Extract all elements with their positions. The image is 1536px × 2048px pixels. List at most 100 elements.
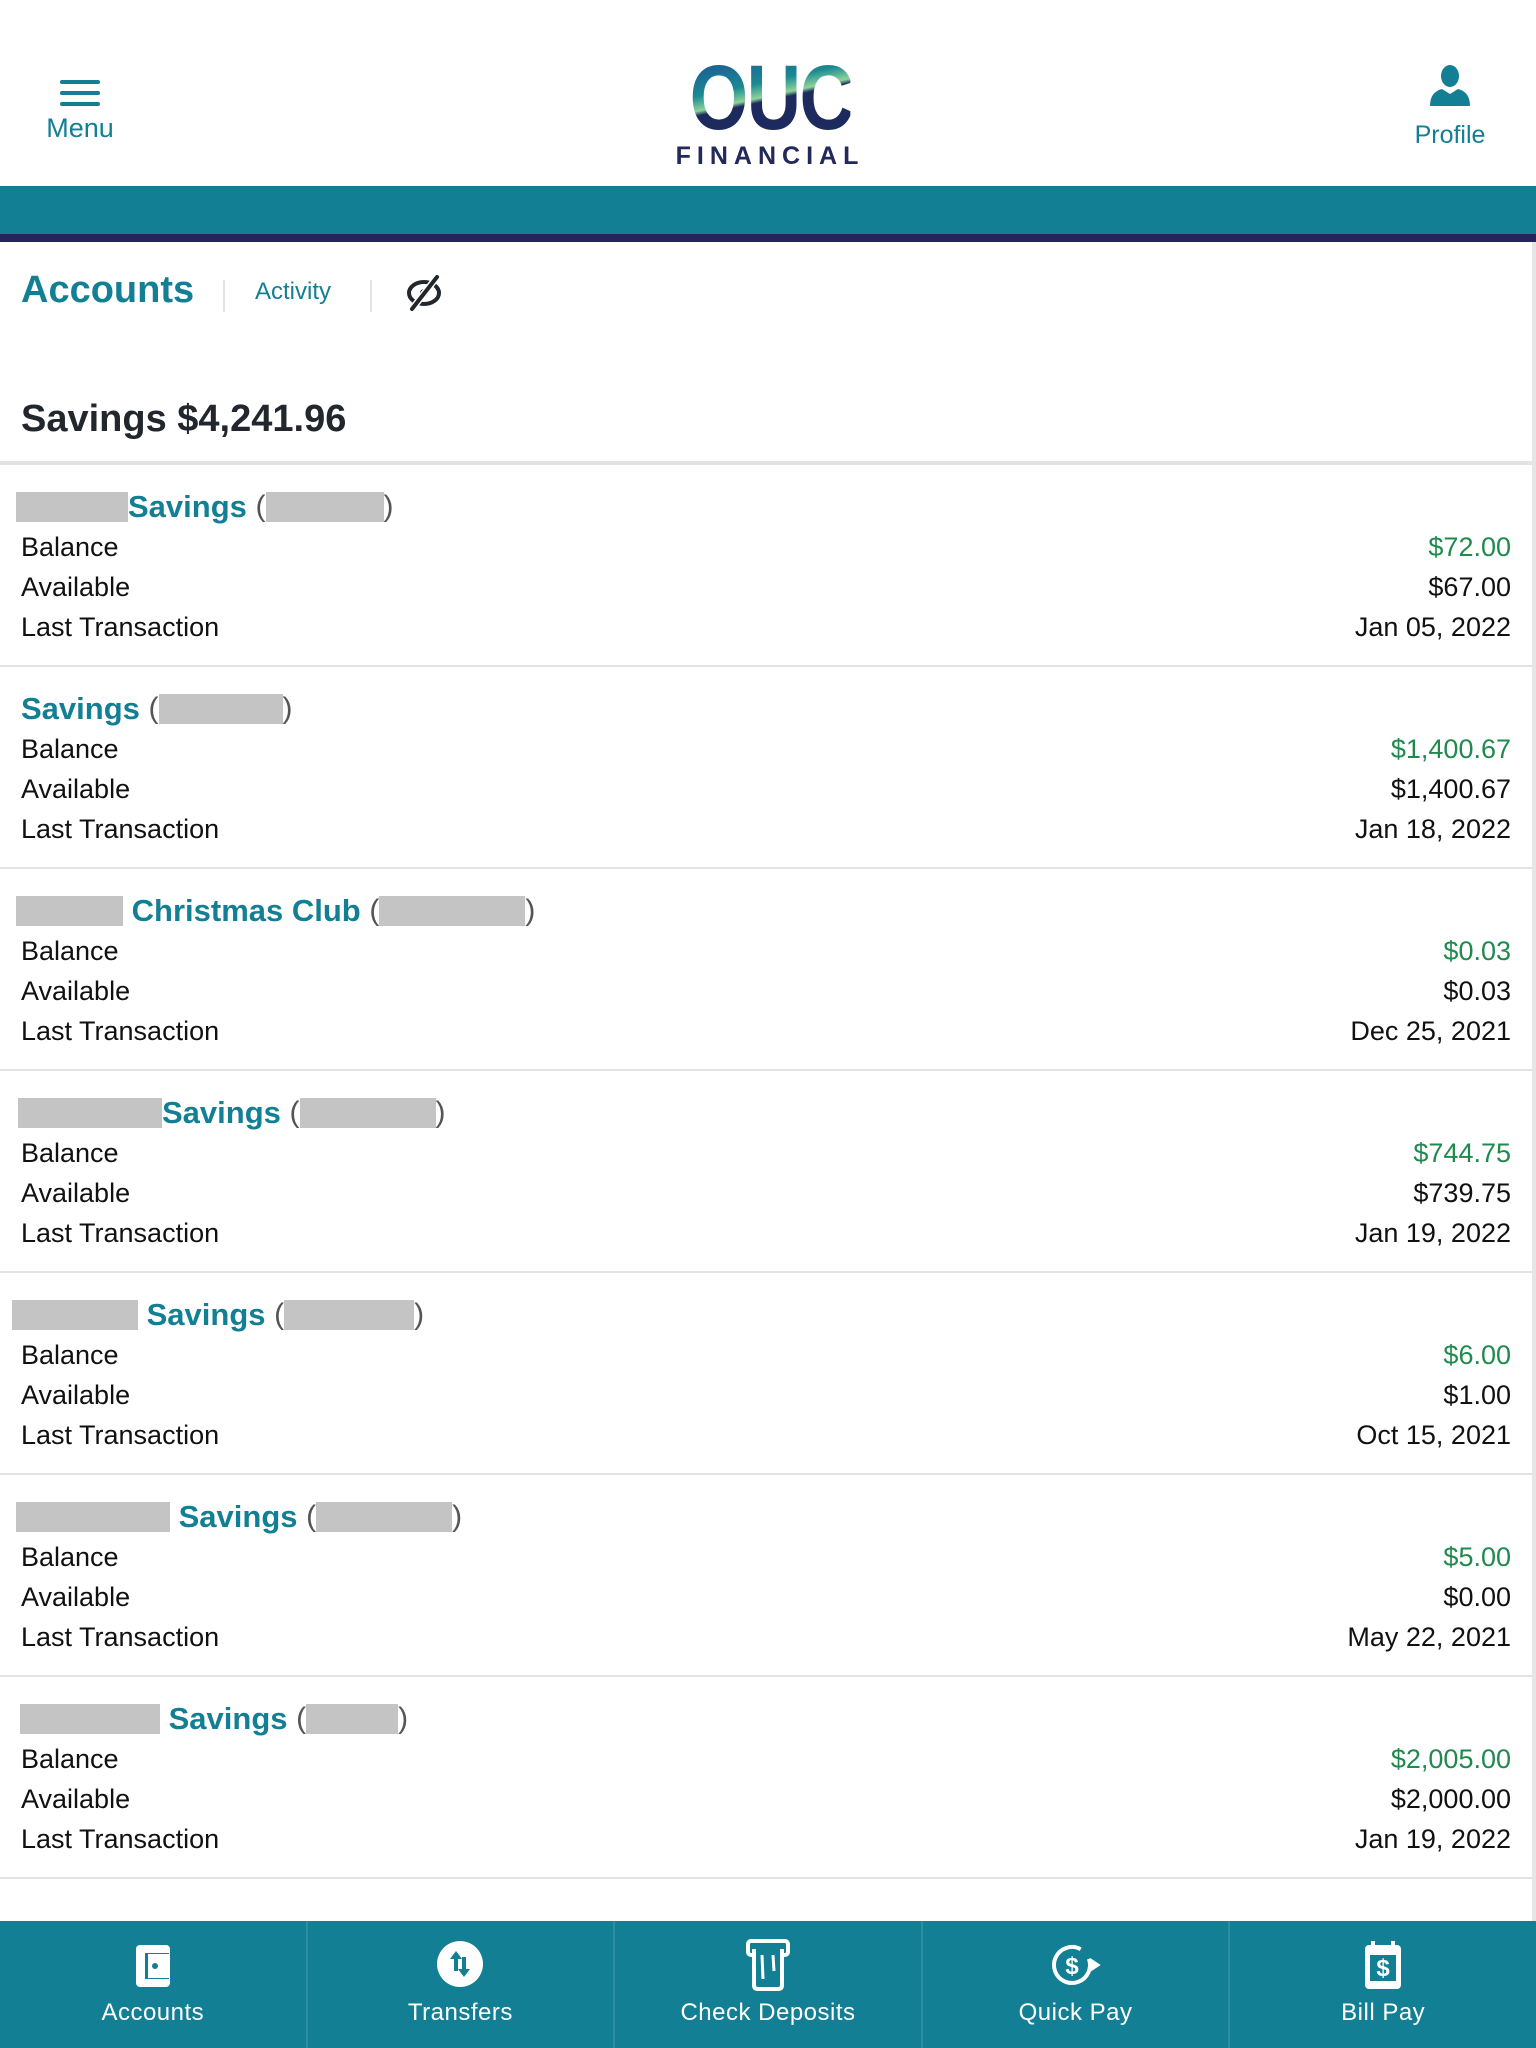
available-value: $1,400.67	[1390, 774, 1511, 804]
header-navy-rule	[0, 234, 1536, 242]
subnav-divider	[223, 280, 225, 312]
tab-activity[interactable]: Activity	[255, 278, 331, 306]
savings-total-heading: Savings $4,241.96	[21, 398, 347, 440]
last-transaction-label: Last Transaction	[21, 612, 220, 642]
balance-row: Balance $0.03	[21, 931, 1511, 971]
account-list: Savings () Balance $72.00 Available $67.00…	[0, 465, 1532, 1879]
account-card[interactable]: Savings () Balance $72.00 Available $67.00…	[0, 465, 1532, 667]
account-number-paren: )	[525, 893, 536, 927]
available-row: Available $1.00	[21, 1375, 1511, 1415]
hamburger-icon	[60, 80, 100, 106]
last-transaction-value: Jan 18, 2022	[1354, 814, 1511, 844]
last-transaction-value: Jan 19, 2022	[1354, 1218, 1511, 1248]
balance-value: $744.75	[1413, 1138, 1511, 1168]
account-number-paren: (	[255, 489, 266, 523]
balance-row: Balance $744.75	[21, 1133, 1511, 1173]
profile-label: Profile	[1414, 121, 1486, 149]
balance-row: Balance $2,005.00	[21, 1739, 1511, 1779]
account-title[interactable]: Savings ()	[21, 687, 293, 727]
account-card[interactable]: Savings () Balance $6.00 Available $1.00 L…	[0, 1273, 1532, 1475]
balance-label: Balance	[21, 1744, 119, 1774]
account-title[interactable]: Savings ()	[16, 1495, 462, 1535]
account-title[interactable]: Savings ()	[20, 1697, 408, 1737]
profile-button[interactable]: Profile	[1400, 62, 1500, 150]
last-transaction-value: Jan 05, 2022	[1354, 612, 1511, 642]
available-label: Available	[21, 572, 131, 602]
account-title[interactable]: Christmas Club ()	[16, 889, 535, 929]
header-teal-band	[0, 186, 1536, 234]
account-card[interactable]: Savings () Balance $744.75 Available $739.…	[0, 1071, 1532, 1273]
balance-label: Balance	[21, 936, 119, 966]
available-row: Available $1,400.67	[21, 769, 1511, 809]
balance-label: Balance	[21, 532, 119, 562]
account-card[interactable]: Savings () Balance $2,005.00 Available $2,…	[0, 1677, 1532, 1879]
available-value: $67.00	[1428, 572, 1511, 602]
tab-bar-bill-pay[interactable]: $ Bill Pay	[1230, 1921, 1536, 2048]
account-number-paren: (	[274, 1297, 285, 1331]
balance-value: $6.00	[1443, 1340, 1511, 1370]
last-transaction-row: Last Transaction Jan 19, 2022	[21, 1819, 1511, 1859]
account-number-paren: )	[414, 1297, 425, 1331]
account-title[interactable]: Savings ()	[18, 1091, 446, 1131]
tab-accounts[interactable]: Accounts	[21, 269, 194, 312]
last-transaction-value: Jan 19, 2022	[1354, 1824, 1511, 1854]
account-card[interactable]: Savings () Balance $1,400.67 Available $1,…	[0, 667, 1532, 869]
account-name: Savings	[168, 1700, 288, 1736]
bottom-tab-bar: Accounts Transfers Check Deposits $ Quic…	[0, 1921, 1536, 2048]
transfer-arrows-icon	[437, 1941, 484, 1987]
redacted-nickname	[12, 1299, 138, 1330]
account-name: Savings	[162, 1094, 281, 1130]
last-transaction-label: Last Transaction	[21, 1016, 220, 1046]
toggle-balance-visibility-button[interactable]	[404, 272, 444, 312]
account-number-paren: )	[282, 691, 293, 725]
last-transaction-label: Last Transaction	[21, 1420, 220, 1450]
available-value: $739.75	[1413, 1178, 1511, 1208]
last-transaction-row: Last Transaction Jan 05, 2022	[21, 607, 1511, 647]
balance-value: $72.00	[1428, 532, 1511, 562]
account-number-paren: (	[369, 893, 380, 927]
account-name: Savings	[128, 488, 247, 524]
tab-bar-transfers[interactable]: Transfers	[308, 1921, 616, 2048]
last-transaction-label: Last Transaction	[21, 1218, 220, 1248]
available-label: Available	[21, 1178, 131, 1208]
balance-value: $2,005.00	[1390, 1744, 1511, 1774]
last-transaction-value: Dec 25, 2021	[1350, 1016, 1511, 1046]
eye-slash-icon	[407, 274, 441, 312]
account-name: Savings	[21, 690, 140, 726]
account-card[interactable]: Christmas Club () Balance $0.03 Available…	[0, 869, 1532, 1071]
account-number-paren: )	[398, 1701, 409, 1735]
balance-row: Balance $5.00	[21, 1537, 1511, 1577]
tab-bar-accounts[interactable]: Accounts	[0, 1921, 308, 2048]
available-label: Available	[21, 976, 131, 1006]
bill-pay-calendar-icon: $	[1365, 1941, 1402, 1989]
balance-value: $1,400.67	[1390, 734, 1511, 764]
user-icon	[1430, 65, 1470, 106]
redacted-account-number	[299, 1097, 436, 1128]
redacted-account-number	[158, 693, 283, 724]
available-label: Available	[21, 1784, 131, 1814]
last-transaction-label: Last Transaction	[21, 1622, 220, 1652]
tab-label: Accounts	[101, 1999, 205, 2026]
menu-button[interactable]: Menu	[30, 70, 130, 144]
redacted-nickname	[16, 895, 123, 926]
account-title[interactable]: Savings ()	[16, 485, 394, 525]
available-row: Available $739.75	[21, 1173, 1511, 1213]
account-number-paren: )	[435, 1095, 446, 1129]
scrollbar-track[interactable]	[1532, 242, 1536, 1922]
svg-text:$: $	[1065, 1953, 1079, 1980]
available-row: Available $67.00	[21, 567, 1511, 607]
balance-label: Balance	[21, 734, 119, 764]
last-transaction-row: Last Transaction Oct 15, 2021	[21, 1415, 1511, 1455]
tab-bar-quick-pay[interactable]: $ Quick Pay	[923, 1921, 1231, 2048]
redacted-account-number	[306, 1703, 399, 1734]
svg-text:$: $	[1376, 1955, 1390, 1982]
check-deposit-icon	[745, 1939, 790, 1991]
balance-row: Balance $72.00	[21, 527, 1511, 567]
tab-bar-check-deposits[interactable]: Check Deposits	[615, 1921, 923, 2048]
account-card[interactable]: Savings () Balance $5.00 Available $0.00 L…	[0, 1475, 1532, 1677]
account-title[interactable]: Savings ()	[12, 1293, 424, 1333]
last-transaction-row: Last Transaction May 22, 2021	[21, 1617, 1511, 1657]
balance-value: $0.03	[1443, 936, 1511, 966]
last-transaction-row: Last Transaction Dec 25, 2021	[21, 1011, 1511, 1051]
app-header: Menu OUCU FINANCIAL Profile	[0, 0, 1536, 186]
